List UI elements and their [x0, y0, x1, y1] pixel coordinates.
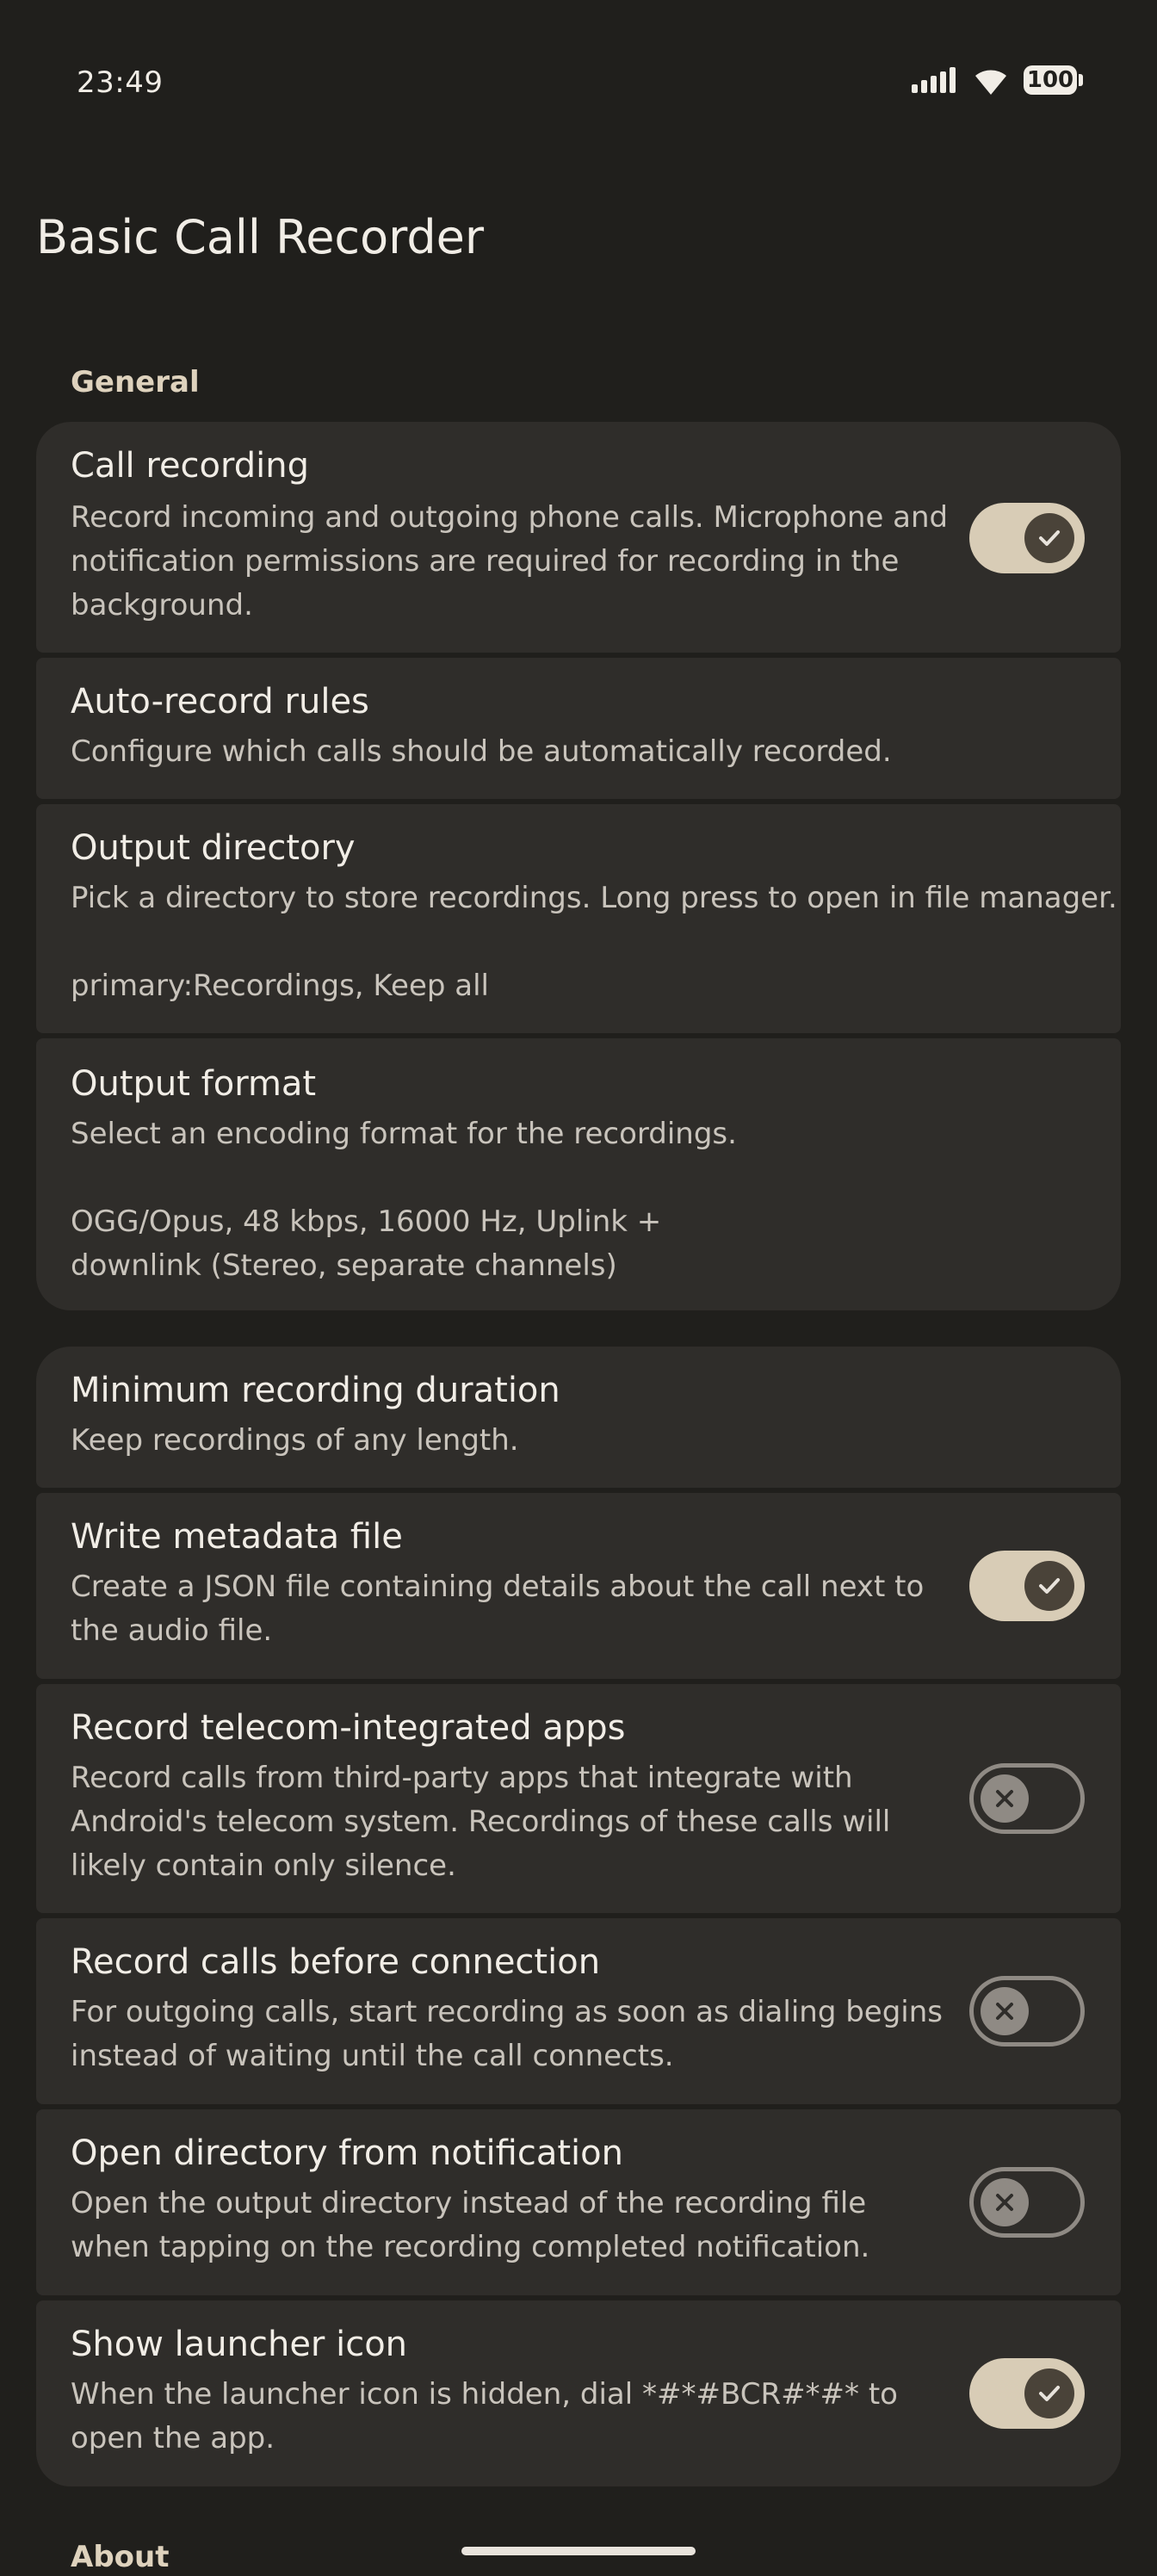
setting-write-metadata[interactable]: Write metadata file Create a JSON file c…: [36, 1493, 1121, 1679]
setting-call-recording[interactable]: Call recording Record incoming and outgo…: [36, 422, 1121, 653]
setting-desc: Open the output directory instead of the…: [71, 2186, 870, 2264]
toggle-thumb: [981, 2178, 1029, 2226]
settings-group-general: Call recording Record incoming and outgo…: [36, 422, 1121, 1310]
signal-icon: [912, 67, 956, 93]
page-title: Basic Call Recorder: [36, 210, 485, 264]
close-icon: [996, 2003, 1013, 2020]
setting-title: Minimum recording duration: [71, 1371, 560, 1410]
setting-title: Record telecom-integrated apps: [71, 1708, 626, 1748]
open-directory-toggle[interactable]: [969, 2167, 1085, 2238]
status-clock: 23:49: [77, 65, 164, 100]
show-launcher-icon-toggle[interactable]: [969, 2358, 1085, 2429]
setting-title: Open directory from notification: [71, 2133, 623, 2173]
write-metadata-toggle[interactable]: [969, 1551, 1085, 1621]
setting-title: Call recording: [71, 446, 310, 486]
setting-output-directory[interactable]: Output directory Pick a directory to sto…: [36, 804, 1121, 1033]
section-about-label: About: [71, 2540, 170, 2574]
setting-record-before-connection[interactable]: Record calls before connection For outgo…: [36, 1918, 1121, 2104]
section-general-label: General: [71, 365, 200, 399]
record-before-connection-toggle[interactable]: [969, 1976, 1085, 2047]
setting-desc: Configure which calls should be automati…: [71, 734, 892, 769]
setting-output-format[interactable]: Output format Select an encoding format …: [36, 1038, 1121, 1310]
toggle-thumb: [1024, 2369, 1074, 2418]
setting-desc: Keep recordings of any length.: [71, 1423, 519, 1458]
call-recording-toggle[interactable]: [969, 503, 1085, 573]
setting-title: Write metadata file: [71, 1517, 403, 1557]
setting-desc: Record calls from third-party apps that …: [71, 1761, 891, 1883]
wifi-icon: [975, 70, 1006, 95]
check-icon: [1039, 1578, 1060, 1594]
setting-show-launcher-icon[interactable]: Show launcher icon When the launcher ico…: [36, 2300, 1121, 2486]
home-indicator[interactable]: [461, 2547, 696, 2555]
close-icon: [996, 2194, 1013, 2211]
setting-desc: Record incoming and outgoing phone calls…: [71, 500, 949, 622]
toggle-thumb: [981, 1987, 1029, 2035]
setting-minimum-duration[interactable]: Minimum recording duration Keep recordin…: [36, 1347, 1121, 1488]
setting-title: Output directory: [71, 828, 356, 868]
record-telecom-apps-toggle[interactable]: [969, 1763, 1085, 1834]
status-bar: 23:49 100: [0, 0, 1157, 172]
toggle-thumb: [981, 1774, 1029, 1823]
setting-desc: Create a JSON file containing details ab…: [71, 1570, 925, 1648]
check-icon: [1039, 2386, 1060, 2401]
setting-title: Auto-record rules: [71, 682, 369, 721]
battery-icon: 100: [1024, 65, 1083, 95]
setting-desc: For outgoing calls, start recording as s…: [71, 1995, 943, 2073]
setting-desc: When the launcher icon is hidden, dial *…: [71, 2377, 898, 2455]
setting-value: primary:Recordings, Keep all: [71, 969, 489, 1003]
setting-desc: Pick a directory to store recordings. Lo…: [71, 881, 1117, 915]
close-icon: [996, 1790, 1013, 1807]
toggle-thumb: [1024, 1561, 1074, 1611]
setting-desc: Select an encoding format for the record…: [71, 1117, 737, 1151]
toggle-thumb: [1024, 513, 1074, 563]
setting-auto-record-rules[interactable]: Auto-record rules Configure which calls …: [36, 658, 1121, 799]
setting-value: OGG/Opus, 48 kbps, 16000 Hz, Uplink + do…: [71, 1204, 662, 1283]
setting-title: Record calls before connection: [71, 1942, 601, 1982]
setting-title: Show launcher icon: [71, 2325, 408, 2364]
setting-record-telecom-apps[interactable]: Record telecom-integrated apps Record ca…: [36, 1684, 1121, 1913]
setting-open-directory-notification[interactable]: Open directory from notification Open th…: [36, 2109, 1121, 2295]
check-icon: [1039, 530, 1060, 546]
settings-group-advanced: Minimum recording duration Keep recordin…: [36, 1347, 1121, 2486]
battery-level: 100: [1026, 67, 1074, 93]
setting-title: Output format: [71, 1064, 317, 1104]
status-icons: 100: [912, 65, 1083, 95]
